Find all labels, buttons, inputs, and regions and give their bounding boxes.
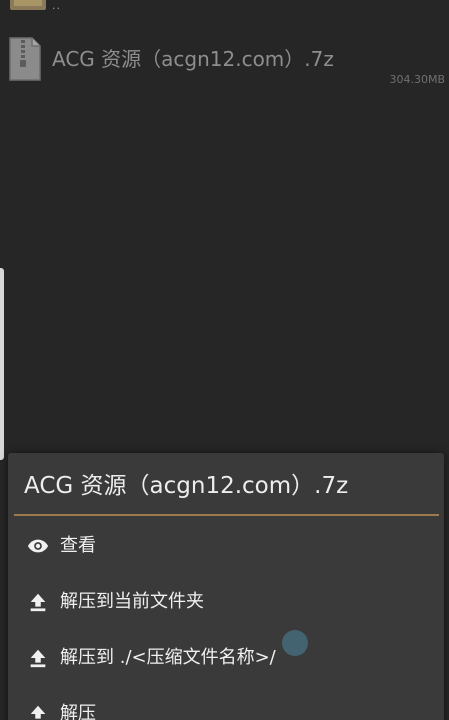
menu-divider (14, 514, 439, 516)
file-list-item[interactable]: ACG 资源（acgn12.com）.7z 304.30MB (0, 26, 449, 96)
parent-directory-label: .. (52, 0, 61, 12)
file-manager-screen: .. ACG 资源（acgn12.com）.7z 304.30MB ACG 资源… (0, 0, 449, 720)
menu-item-label: 解压到当前文件夹 (60, 591, 204, 612)
menu-item-extract-to-folder[interactable]: 解压到 ./<压缩文件名称>/ (8, 630, 444, 686)
upload-icon (30, 705, 46, 719)
eye-icon (27, 539, 49, 553)
menu-item-label: 解压到 ./<压缩文件名称>/ (60, 647, 276, 668)
menu-item-extract-here[interactable]: 解压到当前文件夹 (8, 574, 444, 630)
context-menu: ACG 资源（acgn12.com）.7z 查看 解压到当前文件夹 解压到 ./… (8, 453, 444, 720)
menu-item-view[interactable]: 查看 (8, 518, 444, 574)
edge-drawer-handle[interactable] (0, 268, 4, 460)
menu-item-label: 查看 (60, 535, 96, 556)
parent-directory-row[interactable]: .. (0, 0, 449, 14)
file-name: ACG 资源（acgn12.com）.7z (52, 47, 334, 71)
upload-icon (30, 593, 46, 612)
menu-item-label: 解压 (60, 703, 96, 720)
folder-icon (10, 0, 46, 10)
archive-file-icon (9, 37, 41, 81)
file-size: 304.30MB (389, 73, 445, 86)
menu-item-extract[interactable]: 解压 (8, 686, 444, 720)
menu-title: ACG 资源（acgn12.com）.7z (24, 473, 349, 499)
touch-ripple (282, 630, 308, 656)
upload-icon (30, 649, 46, 668)
